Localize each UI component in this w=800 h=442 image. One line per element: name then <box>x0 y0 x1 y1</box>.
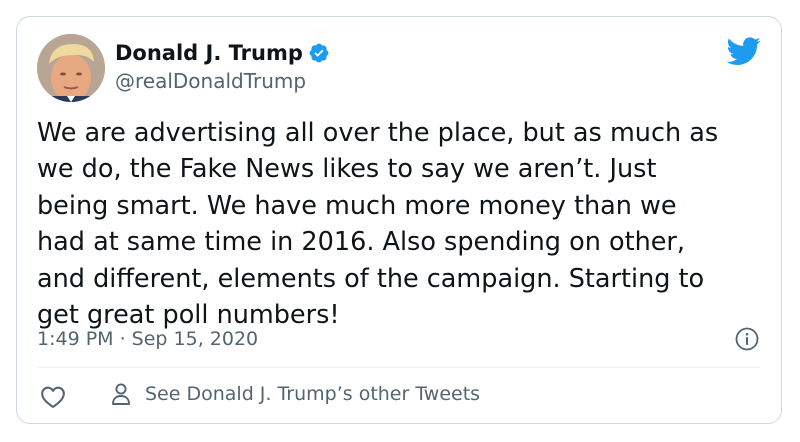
author-handle[interactable]: @realDonaldTrump <box>115 69 306 93</box>
avatar[interactable] <box>37 34 105 102</box>
tweet-text: We are advertising all over the place, b… <box>37 118 719 331</box>
see-other-tweets-label[interactable]: See Donald J. Trump’s other Tweets <box>145 383 480 405</box>
info-icon[interactable] <box>735 327 759 351</box>
divider <box>37 367 761 368</box>
author-display-name[interactable]: Donald J. Trump <box>115 41 303 65</box>
tweet-timestamp[interactable]: 1:49 PM · Sep 15, 2020 <box>37 328 258 350</box>
person-icon <box>111 382 131 406</box>
tweet-card[interactable]: Donald J. Trump @realDonaldTrump We are … <box>16 16 782 424</box>
author-name-row[interactable]: Donald J. Trump <box>115 39 330 67</box>
heart-icon[interactable] <box>40 385 66 409</box>
verified-badge-icon <box>308 42 330 64</box>
twitter-bird-icon[interactable] <box>726 37 761 67</box>
see-other-tweets-link[interactable]: See Donald J. Trump’s other Tweets <box>111 382 480 406</box>
